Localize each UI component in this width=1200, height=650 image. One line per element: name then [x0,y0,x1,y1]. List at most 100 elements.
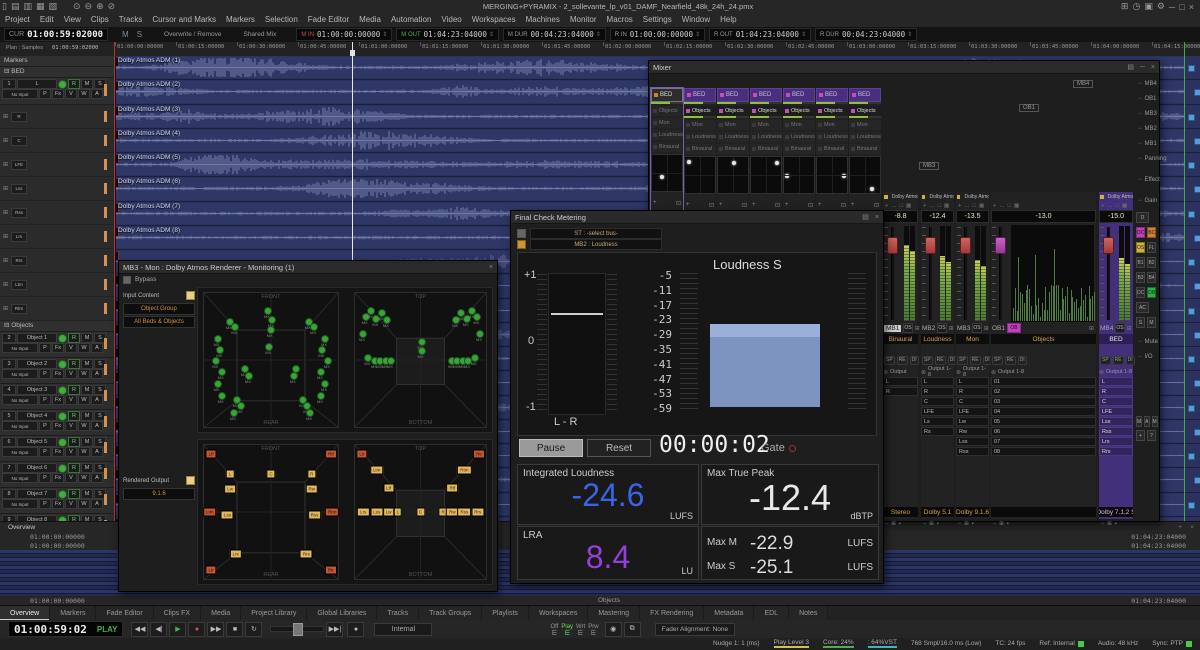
object-dot[interactable]: MX [471,354,479,362]
clip-fade-handle[interactable] [1188,453,1195,460]
tab-track-groups[interactable]: Track Groups [419,606,482,621]
output-collapse-icon[interactable]: ⊗ [1099,369,1104,376]
collapsed-track-rtm[interactable]: ⊞Rtm [0,297,115,321]
p-button[interactable]: P [39,343,51,353]
menu-item-selection[interactable]: Selection [260,13,303,27]
markers-section-header[interactable]: Markers [0,56,115,67]
zoom-tool-icon[interactable]: ⊙ [73,1,81,12]
object-dot[interactable]: MX [218,368,226,376]
collapse-button[interactable]: − [1101,521,1104,527]
grid-icon[interactable]: ▦ [979,203,984,209]
grid-small-icon[interactable]: ⊞ [949,325,954,332]
rewind-button[interactable]: ◀◀ [131,622,148,637]
collapse-dash[interactable]: − [1138,111,1142,117]
pan-xy-pad[interactable] [651,154,683,192]
fader-zone[interactable] [921,225,954,322]
spin-icon[interactable]: ⇕ [801,31,806,38]
pan-strip-row-loudness[interactable]: Loudness [717,132,749,142]
sp-button[interactable]: SP [922,356,933,365]
m-button[interactable]: M [81,385,93,395]
section-label-io[interactable]: −I/O [1136,349,1158,364]
strip-id-label[interactable]: MB1 [884,325,901,332]
sp-button[interactable]: SP [957,356,968,365]
loop-button[interactable]: ↻ [245,622,262,637]
fader-zone[interactable] [883,225,918,322]
pan-strip-row-mon[interactable]: Mon [717,120,749,130]
pan-strip-row-binaural[interactable]: Binaural [717,144,749,154]
mute-indicator[interactable]: M [122,30,129,39]
r-button[interactable]: R [68,489,80,499]
pan-strip-row-objects[interactable]: Objects [651,106,683,116]
output-channel-lfe[interactable]: LFE [1099,407,1133,416]
timecode-field-m-dur[interactable]: M DUR00:04:23:04000⇕ [503,28,606,41]
mixer-pan-strip[interactable]: BEDObjectsMonLoudnessBinaural+⊡-35.8 [717,88,749,225]
speaker-chip-ltr[interactable]: Ltr [356,449,367,458]
pan-strip-row-binaural[interactable]: Binaural [816,144,848,154]
output-channel-rw[interactable]: Rw [956,427,989,436]
object-dot[interactable]: MX [290,372,298,380]
automation-play-button[interactable]: Playꟺ [561,624,573,635]
os-button[interactable]: OS [903,323,912,333]
speaker-chip-ltr[interactable]: Ltr [206,566,217,575]
pan-xy-pad[interactable] [717,156,749,194]
mixer-fader-strip-mb1[interactable]: Dolby Atmos+…□▦-8.8MB1OS⊞BinauralSPREDI⊗… [883,192,918,519]
expand-icon[interactable]: ⊞ [3,233,8,240]
pan-position-dot[interactable] [732,161,736,165]
right-col-button-s[interactable]: S [1136,317,1145,328]
object-dot[interactable]: MX [230,409,238,417]
re-button[interactable]: RE [897,356,908,365]
collapsed-track-r[interactable]: ⊞R [0,105,115,129]
menu-item-clips[interactable]: Clips [86,13,114,27]
output-header[interactable]: ⊗Output 1-8 [956,368,989,376]
jog-slider[interactable] [270,626,324,632]
renderer-titlebar[interactable]: MB3 - Mon : Dolby Atmos Renderer - Monit… [119,261,497,274]
record-arm-indicator[interactable] [58,360,67,369]
pan-strip-row-objects[interactable]: Objects [783,106,815,116]
p-button[interactable]: P [39,421,51,431]
section-label-mb3[interactable]: −MB3 [1136,106,1158,121]
collapse-dash[interactable]: − [1138,354,1142,360]
section-label-gain[interactable]: −Gain [1136,193,1158,208]
grid-small-icon[interactable]: ⊞ [1127,325,1132,332]
a-button[interactable]: A [91,89,103,99]
a-button[interactable]: A [91,395,103,405]
expand-icon[interactable]: ⊞ [3,113,8,120]
output-channel-r[interactable]: R [1099,387,1133,396]
output-channel-03[interactable]: 03 [991,397,1096,406]
speaker-chip-rw[interactable]: Rw [306,484,319,493]
grid-icon[interactable]: ▦ [906,203,911,209]
menu-item-monitor[interactable]: Monitor [565,13,602,27]
menu-item-project[interactable]: Project [0,13,35,27]
collapse-dash[interactable]: − [1138,81,1142,87]
plugin-slot[interactable] [991,192,1096,201]
maximize-button[interactable]: □ [1179,2,1184,12]
output-channel-rss[interactable]: Rss [1099,427,1133,436]
tab-clips-fx[interactable]: Clips FX [154,606,201,621]
pan-strip-row-mon[interactable]: Mon [783,120,815,130]
tab-mastering[interactable]: Mastering [588,606,640,621]
v-button[interactable]: V [65,369,77,379]
timecode-field-r-in[interactable]: R IN01:00:00:00000⇕ [610,28,705,41]
fx-button[interactable]: Fx [52,395,64,405]
collapsed-track-lrs[interactable]: ⊞Lrs [0,225,115,249]
m-button[interactable]: M [81,463,93,473]
prev-frame-button[interactable]: ◀| [150,622,167,637]
shuttle-ball-icon[interactable]: ● [347,622,364,637]
collapsed-track-lfe[interactable]: ⊞LFE [0,153,115,177]
sp-button[interactable]: SP [884,356,895,365]
collapse-button[interactable]: − [958,521,961,527]
output-channel-l[interactable]: L [1099,377,1133,386]
mixer-pan-strip[interactable]: BEDObjectsMonLoudnessBinaural+⊡-15.0 [651,88,683,223]
mixer-pan-strip[interactable]: BEDObjectsMonLoudnessBinaural+⊡-27.9 [750,88,782,225]
pan-strip-bus-label[interactable]: BED [717,88,749,102]
spin-icon[interactable]: ⇕ [596,31,601,38]
speaker-chip-rtr[interactable]: Rtr [325,566,337,575]
clock-icon[interactable]: ◷ [1132,1,1140,12]
monitor-icon[interactable]: ▣ [1144,1,1153,12]
speaker-chip-lrs[interactable]: Lrs [229,550,241,559]
clip-fade-handle[interactable] [1188,114,1195,121]
automation-wrt-button[interactable]: Wrtꟺ [576,624,585,635]
output-channel-rrs[interactable]: Rrs [1099,447,1133,456]
output-channel-lss[interactable]: Lss [956,437,989,446]
object-dot[interactable]: MX [264,307,272,315]
